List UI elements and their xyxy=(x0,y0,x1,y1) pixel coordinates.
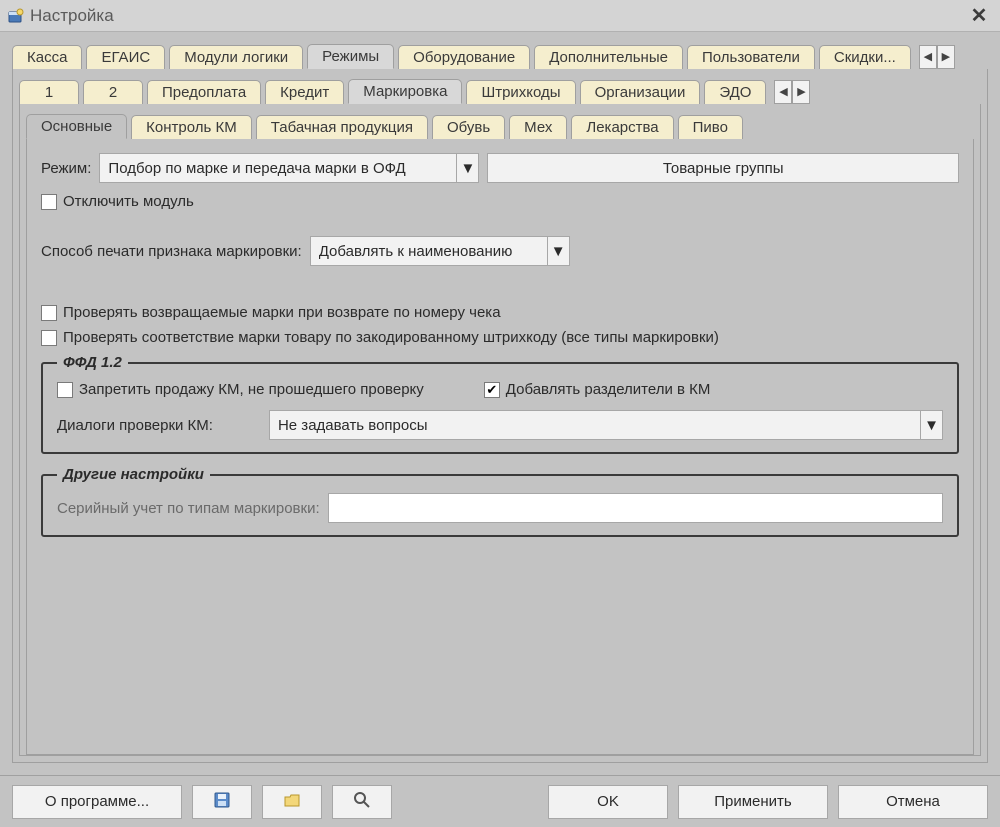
tab-beer[interactable]: Пиво xyxy=(678,115,743,139)
tab-marking[interactable]: Маркировка xyxy=(348,79,462,104)
tab-1[interactable]: 1 xyxy=(19,80,79,104)
tab-2[interactable]: 2 xyxy=(83,80,143,104)
floppy-icon xyxy=(213,791,231,813)
tab-barcodes[interactable]: Штрихкоды xyxy=(466,80,575,104)
window-icon xyxy=(8,8,24,24)
tab-logic-modules[interactable]: Модули логики xyxy=(169,45,303,69)
tab-equipment[interactable]: Оборудование xyxy=(398,45,530,69)
serial-input[interactable] xyxy=(328,493,943,523)
tabs-mid-scroll-left[interactable]: ◀ xyxy=(774,80,792,104)
folder-icon xyxy=(283,791,301,813)
mode-label: Режим: xyxy=(41,160,91,177)
checkbox-box xyxy=(41,194,57,210)
checkbox-add-separators[interactable]: ✔ Добавлять разделители в КМ xyxy=(484,381,711,398)
tab-kassa[interactable]: Касса xyxy=(12,45,82,69)
tab-credit[interactable]: Кредит xyxy=(265,80,344,104)
chevron-down-icon: ▼ xyxy=(456,154,478,182)
tab-users[interactable]: Пользователи xyxy=(687,45,815,69)
save-button[interactable] xyxy=(192,785,252,819)
pane-main: Режим: Подбор по марке и передача марки … xyxy=(26,139,974,755)
fieldset-other: Другие настройки Серийный учет по типам … xyxy=(41,466,959,537)
checkbox-box xyxy=(41,330,57,346)
search-button[interactable] xyxy=(332,785,392,819)
bottom-bar: О программе... OK Применить Отмена xyxy=(0,775,1000,827)
tabs-top: Касса ЕГАИС Модули логики Режимы Оборудо… xyxy=(12,44,988,69)
product-groups-button[interactable]: Товарные группы xyxy=(487,153,959,183)
checkbox-check-mark-match[interactable]: Проверять соответствие марки товару по з… xyxy=(41,329,959,346)
tab-additional[interactable]: Дополнительные xyxy=(534,45,683,69)
tab-organizations[interactable]: Организации xyxy=(580,80,701,104)
checkbox-disable-module[interactable]: Отключить модуль xyxy=(41,193,959,210)
tab-modes[interactable]: Режимы xyxy=(307,44,394,69)
open-button[interactable] xyxy=(262,785,322,819)
other-legend: Другие настройки xyxy=(57,466,210,483)
tab-edo[interactable]: ЭДО xyxy=(704,80,766,104)
tab-prepay[interactable]: Предоплата xyxy=(147,80,261,104)
search-icon xyxy=(353,791,371,813)
title-bar: Настройка ✕ xyxy=(0,0,1000,32)
apply-button[interactable]: Применить xyxy=(678,785,828,819)
chevron-down-icon: ▼ xyxy=(920,411,942,439)
print-method-select[interactable]: Добавлять к наименованию ▼ xyxy=(310,236,570,266)
close-icon[interactable]: ✕ xyxy=(966,3,992,28)
chevron-down-icon: ▼ xyxy=(547,237,569,265)
tabs-top-scroll-left[interactable]: ◀ xyxy=(919,45,937,69)
tab-main[interactable]: Основные xyxy=(26,114,127,139)
tabs-top-scroll-right[interactable]: ▶ xyxy=(937,45,955,69)
dialogs-label: Диалоги проверки КМ: xyxy=(57,417,213,434)
about-button[interactable]: О программе... xyxy=(12,785,182,819)
tab-discounts[interactable]: Скидки... xyxy=(819,45,911,69)
checkbox-box: ✔ xyxy=(484,382,500,398)
checkbox-check-return-marks[interactable]: Проверять возвращаемые марки при возврат… xyxy=(41,304,959,321)
ffd-legend: ФФД 1.2 xyxy=(57,354,128,371)
tab-egais[interactable]: ЕГАИС xyxy=(86,45,165,69)
tabs-sub: Основные Контроль КМ Табачная продукция … xyxy=(26,114,974,139)
serial-label: Серийный учет по типам маркировки: xyxy=(57,500,320,517)
tab-drugs[interactable]: Лекарства xyxy=(571,115,673,139)
tabs-mid: 1 2 Предоплата Кредит Маркировка Штрихко… xyxy=(19,79,981,104)
cancel-button[interactable]: Отмена xyxy=(838,785,988,819)
tabs-mid-scroll-right[interactable]: ▶ xyxy=(792,80,810,104)
mode-select[interactable]: Подбор по марке и передача марки в ОФД ▼ xyxy=(99,153,479,183)
fieldset-ffd: ФФД 1.2 Запретить продажу КМ, не прошедш… xyxy=(41,354,959,454)
checkbox-box xyxy=(41,305,57,321)
tab-tobacco[interactable]: Табачная продукция xyxy=(256,115,428,139)
tab-fur[interactable]: Мех xyxy=(509,115,567,139)
checkbox-box xyxy=(57,382,73,398)
dialogs-select[interactable]: Не задавать вопросы ▼ xyxy=(269,410,943,440)
print-method-label: Способ печати признака маркировки: xyxy=(41,243,302,260)
tab-km-control[interactable]: Контроль КМ xyxy=(131,115,252,139)
checkbox-forbid-sale[interactable]: Запретить продажу КМ, не прошедшего пров… xyxy=(57,381,424,398)
tab-shoes[interactable]: Обувь xyxy=(432,115,505,139)
ok-button[interactable]: OK xyxy=(548,785,668,819)
window-title: Настройка xyxy=(30,6,114,26)
